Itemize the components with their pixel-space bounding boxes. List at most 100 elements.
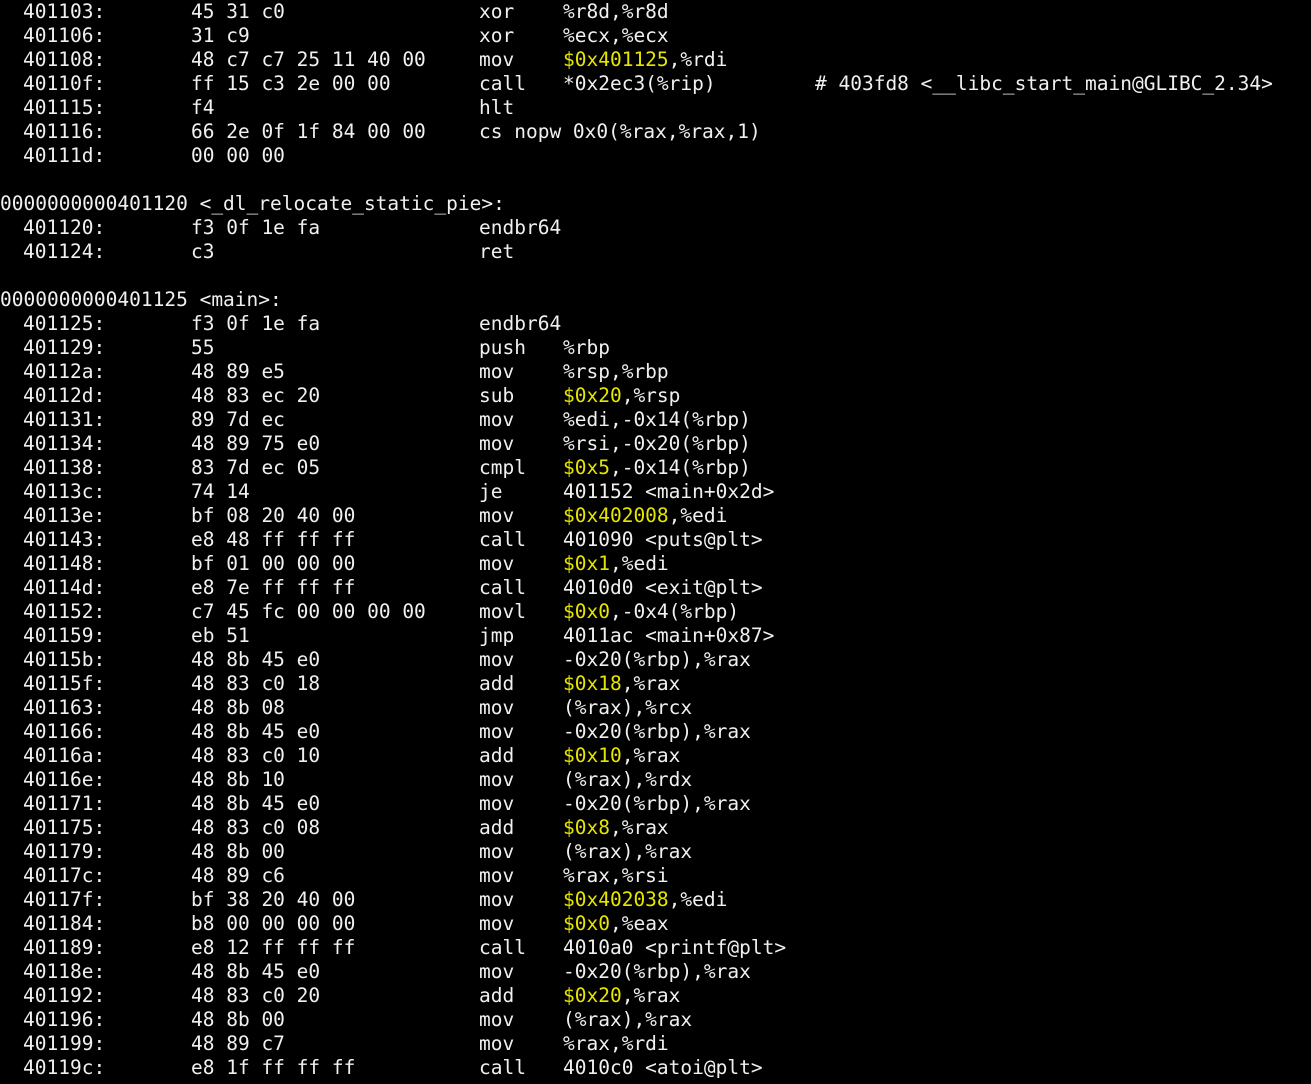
instruction-mnemonic: mov: [479, 504, 515, 527]
instruction-bytes: b8 00 00 00 00: [191, 912, 356, 935]
instruction-address: 40115b:: [23, 648, 106, 671]
instruction-line: 401171: 48 8b 45 e0 mov -0x20(%rbp),%rax: [0, 792, 1311, 816]
instruction-operands: 4010a0 <printf@plt>: [563, 936, 786, 960]
instruction-operands: $0x0,%eax: [563, 912, 669, 936]
instruction-bytes: 48 8b 08: [191, 696, 285, 719]
operand-text: ,%edi: [668, 504, 728, 527]
instruction-mnemonic: mov: [479, 360, 515, 383]
instruction-line: 401106: 31 c9 xor %ecx,%ecx: [0, 24, 1311, 48]
instruction-bytes: 48 89 c6: [191, 864, 285, 887]
instruction-bytes: 55: [191, 336, 215, 359]
instruction-mnemonic: mov: [479, 840, 515, 863]
instruction-operands: %rax,%rsi: [563, 864, 669, 888]
instruction-bytes: 48 8b 45 e0: [191, 792, 321, 815]
operand-text: 4010c0 <atoi@plt>: [563, 1056, 763, 1079]
instruction-line: 401134: 48 89 75 e0 mov %rsi,-0x20(%rbp): [0, 432, 1311, 456]
instruction-mnemonic: endbr64: [479, 312, 562, 335]
instruction-address: 401143:: [23, 528, 106, 551]
instruction-address: 401116:: [23, 120, 106, 143]
instruction-line: 401189: e8 12 ff ff ff call 4010a0 <printf@…: [0, 936, 1311, 960]
operand-text: 4011ac <main+0x87>: [563, 624, 775, 647]
immediate-value: $0x10: [563, 744, 622, 767]
instruction-mnemonic: add: [479, 744, 515, 767]
instruction-line: 401103: 45 31 c0 xor %r8d,%r8d: [0, 0, 1311, 24]
immediate-value: $0x402038: [563, 888, 669, 911]
instruction-mnemonic: call: [479, 576, 526, 599]
operand-text: ,%edi: [668, 888, 728, 911]
instruction-mnemonic: mov: [479, 792, 515, 815]
instruction-address: 401152:: [23, 600, 106, 623]
immediate-value: $0x0: [563, 600, 610, 623]
terminal-window[interactable]: 401103: 45 31 c0 xor %r8d,%r8d 401106: 31 c9 x…: [0, 0, 1311, 1084]
instruction-bytes: 48 89 75 e0: [191, 432, 321, 455]
operand-text: 401090 <puts@plt>: [563, 528, 763, 551]
function-label: 0000000000401120 <_dl_relocate_static_pi…: [0, 192, 505, 215]
instruction-bytes: 48 83 c0 08: [191, 816, 321, 839]
instruction-bytes: c7 45 fc 00 00 00 00: [191, 600, 426, 623]
operand-text: %r8d,%r8d: [563, 0, 669, 23]
instruction-bytes: ff 15 c3 2e 00 00: [191, 72, 391, 95]
instruction-line: 40112a: 48 89 e5 mov %rsp,%rbp: [0, 360, 1311, 384]
instruction-line: 40114d: e8 7e ff ff ff call 4010d0 <exit@pl…: [0, 576, 1311, 600]
instruction-mnemonic: je: [479, 480, 503, 503]
operand-text: %rax,%rsi: [563, 864, 669, 887]
instruction-mnemonic: mov: [479, 48, 515, 71]
operand-text: (%rax),%rax: [563, 1008, 693, 1031]
instruction-bytes: 66 2e 0f 1f 84 00 00: [191, 120, 426, 143]
instruction-address: 401134:: [23, 432, 106, 455]
instruction-operands: $0x20,%rax: [563, 984, 680, 1008]
instruction-mnemonic: push: [479, 336, 526, 359]
operand-text: %ecx,%ecx: [563, 24, 669, 47]
instruction-bytes: 48 83 c0 18: [191, 672, 321, 695]
operand-text: ,%rsp: [621, 384, 681, 407]
immediate-value: $0x5: [563, 456, 610, 479]
instruction-bytes: 48 8b 45 e0: [191, 648, 321, 671]
instruction-mnemonic: mov: [479, 960, 515, 983]
instruction-line: 401120: f3 0f 1e fa endbr64: [0, 216, 1311, 240]
instruction-mnemonic: call: [479, 936, 526, 959]
instruction-bytes: 48 8b 00: [191, 1008, 285, 1031]
instruction-address: 40110f:: [23, 72, 106, 95]
instruction-bytes: 89 7d ec: [191, 408, 285, 431]
operand-text: 4010d0 <exit@plt>: [563, 576, 763, 599]
instruction-operands: %rsi,-0x20(%rbp): [563, 432, 751, 456]
instruction-address: 401196:: [23, 1008, 106, 1031]
operand-text: %rsp,%rbp: [563, 360, 669, 383]
instruction-operands: $0x401125,%rdi: [563, 48, 727, 72]
instruction-mnemonic: mov: [479, 408, 515, 431]
instruction-line: 401129: 55 push %rbp: [0, 336, 1311, 360]
instruction-line: 40110f: ff 15 c3 2e 00 00 call *0x2ec3(%rip…: [0, 72, 1311, 96]
instruction-operands: -0x20(%rbp),%rax: [563, 648, 751, 672]
instruction-address: 401124:: [23, 240, 106, 263]
instruction-address: 401106:: [23, 24, 106, 47]
instruction-bytes: 45 31 c0: [191, 0, 285, 23]
instruction-address: 401189:: [23, 936, 106, 959]
instruction-operands: %r8d,%r8d: [563, 0, 669, 24]
operand-text: %rsi,-0x20(%rbp): [563, 432, 751, 455]
instruction-address: 401163:: [23, 696, 106, 719]
instruction-bytes: f3 0f 1e fa: [191, 216, 321, 239]
instruction-mnemonic: sub: [479, 384, 515, 407]
operand-text: %rax,%rdi: [563, 1032, 669, 1055]
instruction-mnemonic: mov: [479, 768, 515, 791]
operand-text: ,%edi: [609, 552, 669, 575]
operand-text: -0x20(%rbp),%rax: [563, 648, 751, 671]
instruction-operands: %rsp,%rbp: [563, 360, 669, 384]
instruction-line: 401124: c3 ret: [0, 240, 1311, 264]
instruction-address: 40118e:: [23, 960, 106, 983]
instruction-line: 401148: bf 01 00 00 00 mov $0x1,%edi: [0, 552, 1311, 576]
immediate-value: $0x1: [563, 552, 610, 575]
immediate-value: $0x20: [563, 984, 622, 1007]
operand-text: ,%rax: [621, 744, 681, 767]
instruction-operands: 4010c0 <atoi@plt>: [563, 1056, 763, 1080]
instruction-bytes: 48 83 c0 20: [191, 984, 321, 1007]
instruction-address: 40117f:: [23, 888, 106, 911]
instruction-operands: %rbp: [563, 336, 610, 360]
instruction-mnemonic: xor: [479, 24, 515, 47]
operand-text: ,%rdi: [668, 48, 728, 71]
operand-text: 4010a0 <printf@plt>: [563, 936, 787, 959]
instruction-operands: (%rax),%rdx: [563, 768, 692, 792]
instruction-operands: (%rax),%rax: [563, 1008, 692, 1032]
instruction-address: 401171:: [23, 792, 106, 815]
operand-text: %edi,-0x14(%rbp): [563, 408, 751, 431]
